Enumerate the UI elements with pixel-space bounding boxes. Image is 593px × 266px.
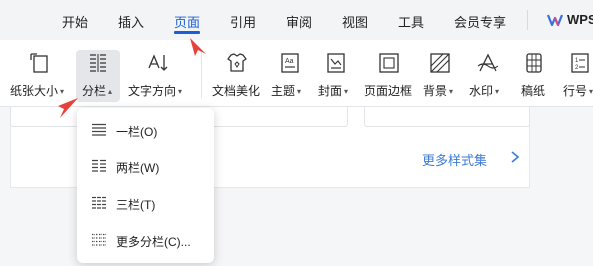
cover-icon[interactable] [324,51,348,75]
text-direction-icon[interactable] [146,51,170,75]
theme-button[interactable]: 主题 ▾ [271,82,301,99]
watermark-label: 水印 [469,84,494,98]
annotation-arrow-icon [190,38,206,56]
watermark-button[interactable]: 水印 ▾ [469,82,499,99]
line-number-label: 行号 [563,84,588,98]
chevron-up-icon: ▴ [108,87,113,96]
line-number-icon[interactable]: 1 2 [568,51,592,75]
columns-button[interactable]: 分栏 ▴ [82,82,112,99]
manuscript-icon[interactable] [522,51,546,75]
tab-start[interactable]: 开始 [62,12,88,31]
menu-item-one-column[interactable]: 一栏(O) [77,114,214,146]
menu-item-label: 一栏(O) [116,125,158,139]
svg-text:Aa: Aa [285,58,294,65]
menu-item-more-columns[interactable]: 更多分栏(C)... [77,224,214,256]
annotation-arrow-icon [58,98,78,118]
doc-beautify-icon[interactable] [225,51,249,75]
more-columns-icon [92,233,106,246]
chevron-down-icon: ▾ [495,87,500,96]
cover-button[interactable]: 封面 ▾ [318,82,348,99]
tab-reference[interactable]: 引用 [230,12,256,31]
paper-size-icon[interactable] [28,51,52,75]
two-columns-icon [92,159,106,172]
chevron-right-icon[interactable] [509,150,521,164]
columns-icon[interactable] [86,51,110,75]
chevron-down-icon: ▾ [60,87,65,96]
menu-item-label: 三栏(T) [116,198,156,212]
background-label: 背景 [423,84,448,98]
tab-view[interactable]: 视图 [342,12,368,31]
active-tab-indicator [174,31,200,34]
menu-tab-bar: 开始 插入 页面 引用 审阅 视图 工具 会员专享 WPS [0,0,593,40]
cover-label: 封面 [318,84,343,98]
page-border-icon[interactable] [377,51,401,75]
line-number-button[interactable]: 行号 ▾ [563,82,593,99]
wps-ai-tab[interactable]: WPS [567,12,593,27]
tab-page[interactable]: 页面 [174,12,200,31]
menu-item-two-columns[interactable]: 两栏(W) [77,150,214,182]
columns-dropdown-menu: 一栏(O) 两栏(W) 三栏(T) 更多分栏(C)... [77,108,214,263]
columns-label: 分栏 [82,84,107,98]
one-column-icon [92,123,106,136]
wps-logo-icon [547,14,563,27]
tab-insert[interactable]: 插入 [118,12,144,31]
style-card[interactable] [364,107,530,127]
chevron-down-icon: ▾ [344,87,349,96]
svg-text:2: 2 [575,65,579,71]
tab-tools[interactable]: 工具 [398,12,424,31]
text-direction-button[interactable]: 文字方向 ▾ [128,82,182,99]
manuscript-button[interactable]: 稿纸 [521,82,545,99]
chevron-down-icon: ▾ [297,87,302,96]
three-columns-icon [92,196,106,209]
theme-icon[interactable]: Aa [278,51,302,75]
tab-divider [527,10,528,30]
menu-item-label: 更多分栏(C)... [116,235,191,249]
chevron-down-icon: ▾ [589,87,593,96]
background-icon[interactable] [428,51,452,75]
paper-size-label: 纸张大小 [10,84,59,98]
text-direction-label: 文字方向 [128,84,177,98]
svg-text:1: 1 [575,58,579,64]
tab-review[interactable]: 审阅 [286,12,312,31]
chevron-down-icon: ▾ [178,87,183,96]
tab-member[interactable]: 会员专享 [454,12,506,31]
menu-item-three-columns[interactable]: 三栏(T) [77,187,214,219]
menu-item-label: 两栏(W) [116,161,160,175]
page-border-button[interactable]: 页面边框 [364,82,412,99]
more-styles-link[interactable]: 更多样式集 [422,150,487,169]
background-button[interactable]: 背景 ▾ [423,82,453,99]
watermark-icon[interactable] [476,51,500,75]
doc-beautify-button[interactable]: 文档美化 [212,82,260,99]
theme-label: 主题 [271,84,296,98]
chevron-down-icon: ▾ [449,87,454,96]
